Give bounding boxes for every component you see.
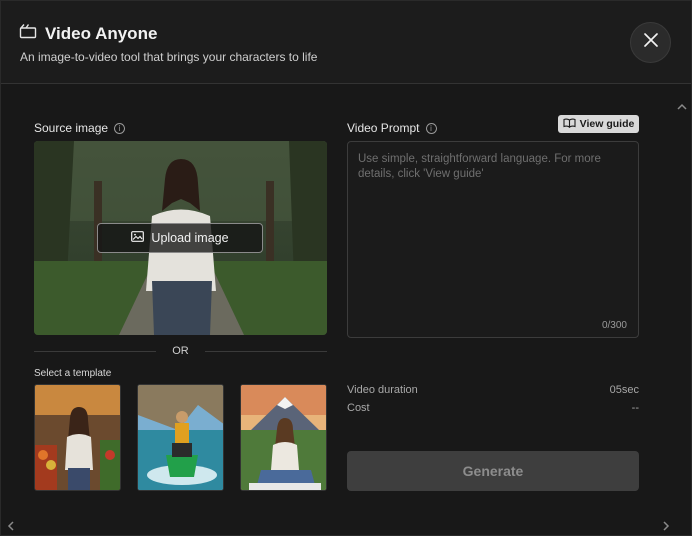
- dialog-header: Video Anyone An image-to-video tool that…: [1, 1, 691, 84]
- video-prompt-box: 0/300: [347, 141, 639, 338]
- cost-row: Cost --: [347, 402, 639, 414]
- scroll-left-arrow-icon[interactable]: [5, 521, 15, 531]
- scroll-right-arrow-icon[interactable]: [661, 521, 671, 531]
- video-duration-value: 05sec: [609, 384, 639, 396]
- title-row: Video Anyone: [19, 23, 157, 44]
- dialog-title: Video Anyone: [45, 23, 158, 43]
- video-prompt-input[interactable]: [348, 142, 638, 337]
- template-jet-ski[interactable]: [137, 384, 224, 491]
- upload-image-button[interactable]: Upload image: [97, 223, 263, 253]
- cost-value: --: [631, 402, 639, 414]
- cost-label: Cost: [347, 402, 370, 414]
- divider-line: [204, 350, 327, 352]
- generate-button[interactable]: Generate: [347, 451, 639, 491]
- or-text: OR: [172, 345, 189, 357]
- upload-image-label: Upload image: [151, 231, 229, 245]
- video-duration-label: Video duration: [347, 384, 418, 396]
- video-clapper-icon: [19, 23, 37, 44]
- view-guide-button[interactable]: View guide: [558, 115, 639, 133]
- image-icon: [131, 231, 145, 245]
- close-button[interactable]: [630, 22, 671, 63]
- template-mountain-woman[interactable]: [240, 384, 327, 491]
- video-anyone-dialog: Video Anyone An image-to-video tool that…: [0, 0, 692, 536]
- or-divider: OR: [34, 344, 327, 358]
- scroll-up-arrow-icon[interactable]: [677, 101, 687, 111]
- dialog-subtitle: An image-to-video tool that brings your …: [20, 50, 318, 64]
- close-icon: [643, 32, 659, 53]
- source-image-dropzone[interactable]: Upload image: [34, 141, 327, 335]
- template-label: Select a template: [34, 368, 112, 379]
- template-list: [34, 384, 327, 491]
- video-duration-row: Video duration 05sec: [347, 384, 639, 396]
- divider-line: [34, 350, 157, 352]
- video-prompt-label: Video Prompt i: [347, 121, 437, 135]
- character-counter: 0/300: [601, 320, 627, 331]
- source-image-label-text: Source image: [34, 121, 109, 135]
- view-guide-label: View guide: [579, 118, 635, 130]
- info-icon[interactable]: i: [114, 122, 126, 134]
- source-image-label: Source image i: [34, 121, 126, 135]
- info-icon[interactable]: i: [425, 122, 437, 134]
- video-prompt-label-text: Video Prompt: [347, 121, 420, 135]
- book-icon: [563, 118, 576, 131]
- template-market-woman[interactable]: [34, 384, 121, 491]
